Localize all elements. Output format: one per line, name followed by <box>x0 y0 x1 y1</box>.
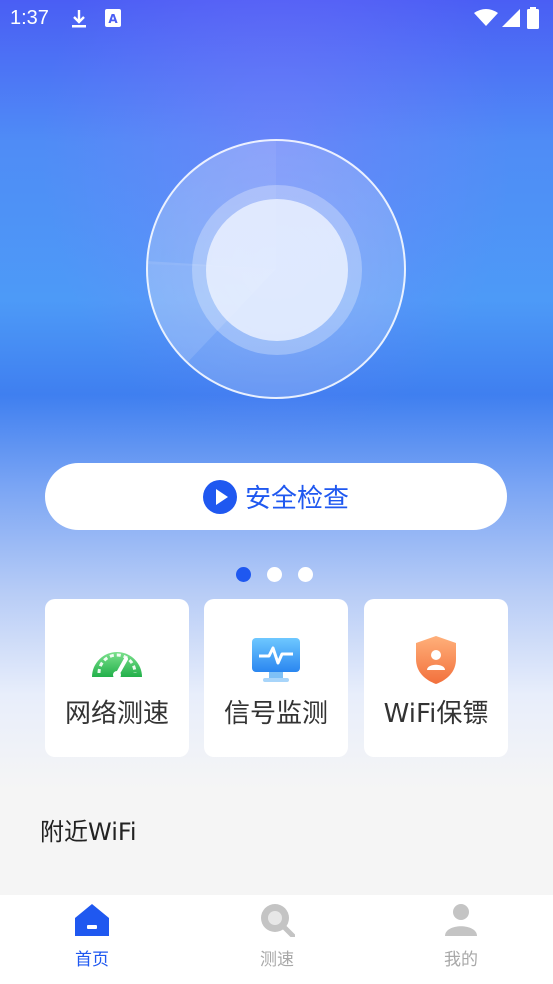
feature-card-signal-monitor[interactable]: 信号监测 <box>204 599 348 757</box>
nearby-wifi-title: 附近WiFi <box>40 818 137 846</box>
pager-dot-2[interactable] <box>267 567 282 582</box>
monitor-pulse-icon <box>249 635 303 685</box>
security-check-label: 安全检查 <box>244 484 349 514</box>
status-bar: 1:37 A <box>0 0 553 38</box>
status-time: 1:37 <box>10 7 49 29</box>
wifi-icon <box>474 9 498 31</box>
feature-card-speed-test[interactable]: 网络测速 <box>45 599 189 757</box>
nav-item-profile[interactable]: 我的 <box>421 903 501 970</box>
search-icon <box>259 903 296 941</box>
pager-dot-3[interactable] <box>298 567 313 582</box>
battery-icon <box>527 7 539 33</box>
home-icon <box>74 903 110 941</box>
feature-card-wifi-guard[interactable]: WiFi保镖 <box>364 599 508 757</box>
signal-icon <box>502 9 520 31</box>
feature-label: 网络测速 <box>64 699 169 729</box>
feature-label: 信号监测 <box>223 699 328 729</box>
speedometer-icon <box>90 635 144 685</box>
shield-user-icon <box>409 635 463 685</box>
security-check-button[interactable]: 安全检查 <box>45 463 507 530</box>
nav-item-home[interactable]: 首页 <box>52 903 132 970</box>
pager-dot-1[interactable] <box>236 567 251 582</box>
user-icon <box>443 903 479 941</box>
play-icon <box>202 479 237 514</box>
nav-label: 测速 <box>260 950 294 970</box>
nav-label: 我的 <box>444 950 478 970</box>
bottom-nav: 首页 测速 我的 <box>0 895 553 984</box>
text-a-icon: A <box>104 8 122 32</box>
svg-text:A: A <box>108 12 118 26</box>
scan-circle-core <box>206 199 348 341</box>
feature-label: WiFi保镖 <box>383 699 489 729</box>
download-icon <box>68 8 90 34</box>
nav-item-speed-test[interactable]: 测速 <box>237 903 317 970</box>
pager-dots <box>236 567 313 582</box>
nav-label: 首页 <box>75 950 109 970</box>
